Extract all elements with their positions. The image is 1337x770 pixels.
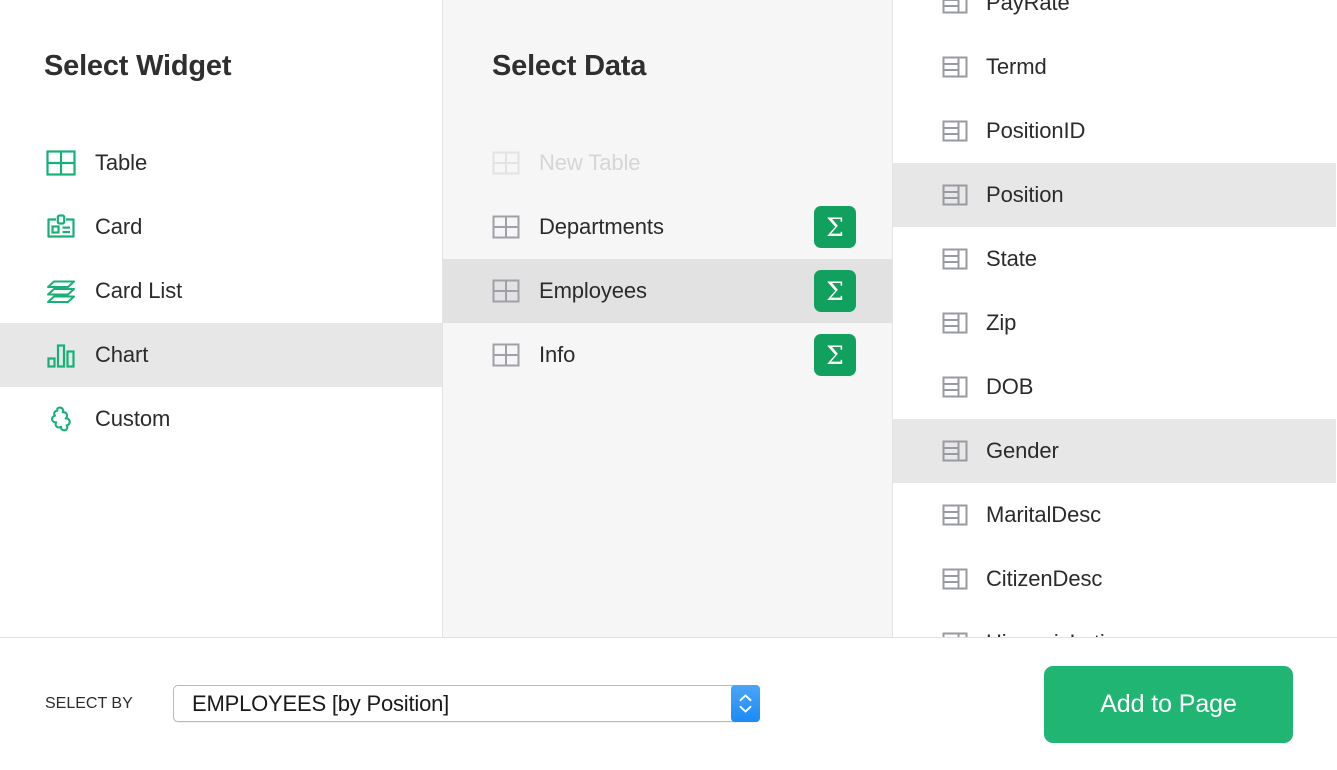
table-grid-icon [492, 341, 520, 369]
field-item-label: PayRate [986, 0, 1070, 16]
stepper-arrows-icon[interactable] [731, 685, 760, 722]
field-column-icon [942, 630, 968, 637]
field-item-maritaldesc[interactable]: MaritalDesc [893, 483, 1336, 547]
field-item-positionid[interactable]: PositionID [893, 99, 1336, 163]
field-item-citizendesc[interactable]: CitizenDesc [893, 547, 1336, 611]
data-table-list: New Table Departments Σ [443, 131, 892, 387]
id-card-icon [44, 210, 78, 244]
chevron-up-icon [739, 694, 752, 702]
field-item-label: DOB [986, 374, 1033, 400]
bar-chart-icon [44, 338, 78, 372]
data-item-label: Departments [539, 214, 814, 240]
field-list: PayRate Termd [893, 0, 1336, 637]
field-item-termd[interactable]: Termd [893, 35, 1336, 99]
field-column-icon [942, 438, 968, 464]
field-column-icon [942, 566, 968, 592]
data-item-departments[interactable]: Departments Σ [443, 195, 892, 259]
field-column-icon [942, 54, 968, 80]
field-item-state[interactable]: State [893, 227, 1336, 291]
select-data-panel: Select Data New Table [443, 0, 893, 637]
field-item-label: Position [986, 182, 1063, 208]
field-item-position[interactable]: Position [893, 163, 1336, 227]
field-item-zip[interactable]: Zip [893, 291, 1336, 355]
data-item-label: New Table [539, 150, 856, 176]
summary-sigma-button[interactable]: Σ [814, 270, 856, 312]
data-item-employees[interactable]: Employees Σ [443, 259, 892, 323]
field-item-label: Gender [986, 438, 1059, 464]
select-widget-title: Select Widget [0, 0, 442, 84]
field-item-label: PositionID [986, 118, 1085, 144]
field-item-payrate[interactable]: PayRate [893, 0, 1336, 35]
field-column-icon [942, 118, 968, 144]
widget-item-label: Chart [95, 342, 148, 368]
select-by-label: SELECT BY [45, 695, 133, 713]
field-column-icon [942, 246, 968, 272]
widget-item-table[interactable]: Table [0, 131, 442, 195]
field-item-dob[interactable]: DOB [893, 355, 1336, 419]
field-item-hispaniclatino[interactable]: HispanicLatino [893, 611, 1336, 637]
select-data-title: Select Data [443, 0, 892, 84]
add-to-page-button[interactable]: Add to Page [1044, 666, 1293, 743]
select-widget-panel: Select Widget Table [0, 0, 443, 637]
widget-item-custom[interactable]: Custom [0, 387, 442, 451]
table-grid-icon [492, 277, 520, 305]
widget-item-card[interactable]: Card [0, 195, 442, 259]
widget-item-label: Table [95, 150, 147, 176]
field-item-label: HispanicLatino [986, 630, 1129, 637]
widget-item-label: Card [95, 214, 142, 240]
table-grid-icon [492, 213, 520, 241]
data-item-label: Employees [539, 278, 814, 304]
data-item-new-table[interactable]: New Table [443, 131, 892, 195]
data-item-label: Info [539, 342, 814, 368]
field-item-label: Termd [986, 54, 1047, 80]
panels-container: Select Widget Table [0, 0, 1337, 638]
widget-item-label: Card List [95, 278, 182, 304]
field-column-icon [942, 310, 968, 336]
field-column-icon [942, 0, 968, 16]
summary-sigma-button[interactable]: Σ [814, 334, 856, 376]
card-list-icon [44, 274, 78, 308]
field-column-icon [942, 182, 968, 208]
field-item-gender[interactable]: Gender [893, 419, 1336, 483]
footer-bar: SELECT BY EMPLOYEES [by Position] Add to… [0, 639, 1337, 770]
widget-picker-dialog: Select Widget Table [0, 0, 1337, 770]
data-item-info[interactable]: Info Σ [443, 323, 892, 387]
select-field-panel[interactable]: PayRate Termd [893, 0, 1336, 637]
table-grid-icon [492, 149, 520, 177]
field-column-icon [942, 374, 968, 400]
widget-list: Table Card [0, 131, 442, 451]
widget-item-chart[interactable]: Chart [0, 323, 442, 387]
field-item-label: Zip [986, 310, 1016, 336]
select-by-dropdown[interactable]: EMPLOYEES [by Position] [173, 685, 760, 722]
select-by-value: EMPLOYEES [by Position] [174, 691, 449, 717]
field-column-icon [942, 502, 968, 528]
chevron-down-icon [739, 705, 752, 713]
field-item-label: CitizenDesc [986, 566, 1102, 592]
field-item-label: MaritalDesc [986, 502, 1101, 528]
table-grid-icon [44, 146, 78, 180]
field-item-label: State [986, 246, 1037, 272]
puzzle-piece-icon [44, 402, 78, 436]
widget-item-label: Custom [95, 406, 170, 432]
widget-item-card-list[interactable]: Card List [0, 259, 442, 323]
summary-sigma-button[interactable]: Σ [814, 206, 856, 248]
